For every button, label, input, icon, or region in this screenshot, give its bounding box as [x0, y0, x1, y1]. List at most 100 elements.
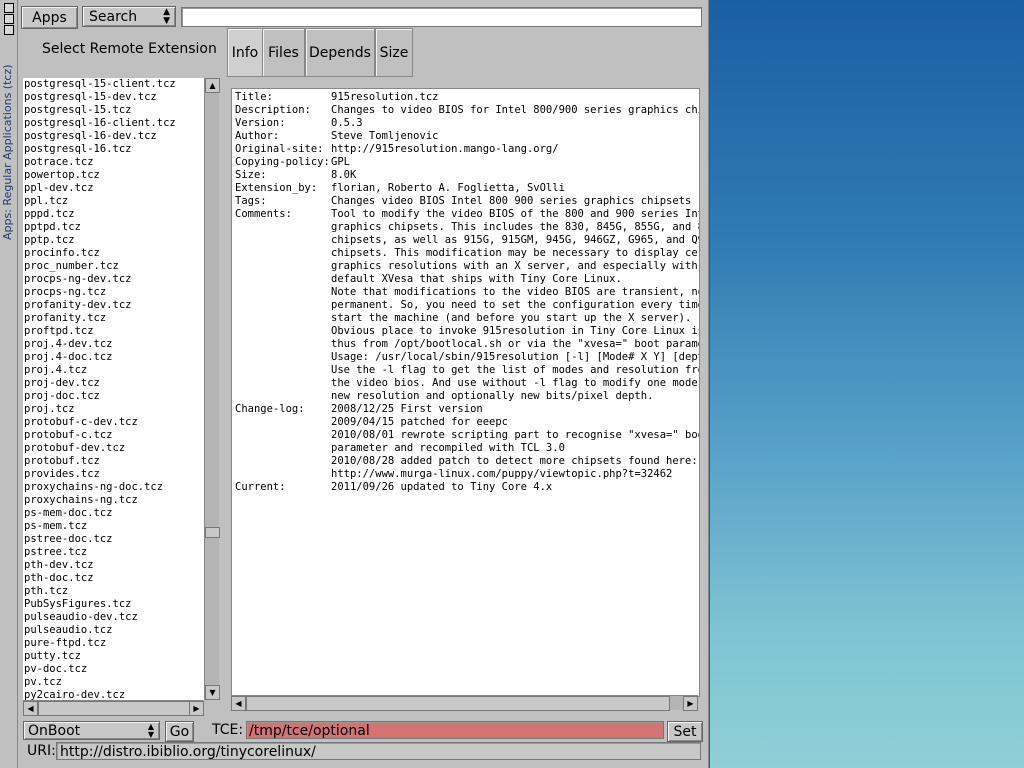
info-value: 2010/08/28 added patch to detect more ch… — [331, 455, 698, 467]
info-key: Extension_by: — [235, 182, 318, 194]
info-value: Changes video BIOS Intel 800 900 series … — [331, 195, 692, 207]
list-item[interactable]: proj.tcz — [24, 403, 176, 416]
list-item[interactable]: ppl-dev.tcz — [24, 182, 176, 195]
list-item[interactable]: provides.tcz — [24, 468, 176, 481]
list-item[interactable]: postgresql-15-client.tcz — [24, 78, 176, 91]
list-item[interactable]: protobuf.tcz — [24, 455, 176, 468]
tab-size[interactable]: Size — [375, 28, 413, 77]
info-value: 2008/12/25 First version — [331, 403, 483, 415]
list-item[interactable]: pure-ftpd.tcz — [24, 637, 176, 650]
list-item[interactable]: procps-ng.tcz — [24, 286, 176, 299]
uri-field[interactable]: http://distro.ibiblio.org/tinycorelinux/ — [56, 742, 701, 760]
list-item[interactable]: pv-doc.tcz — [24, 663, 176, 676]
scroll-down-icon[interactable]: ▼ — [205, 685, 220, 700]
list-item[interactable]: procinfo.tcz — [24, 247, 176, 260]
info-key: Version: — [235, 117, 286, 129]
maximize-icon[interactable] — [4, 14, 14, 24]
list-item[interactable]: proj.4.tcz — [24, 364, 176, 377]
scroll-right-icon[interactable]: ▶ — [683, 696, 698, 711]
list-item[interactable]: proj-doc.tcz — [24, 390, 176, 403]
scroll-left-icon[interactable]: ◀ — [231, 696, 246, 711]
list-item[interactable]: ps-mem-doc.tcz — [24, 507, 176, 520]
list-item[interactable]: profanity.tcz — [24, 312, 176, 325]
list-item[interactable]: pstree.tcz — [24, 546, 176, 559]
tab-files[interactable]: Files — [262, 28, 305, 77]
list-item[interactable]: postgresql-15.tcz — [24, 104, 176, 117]
extension-list-scrollbar[interactable]: ▲ ▼ — [204, 78, 220, 700]
list-item[interactable]: putty.tcz — [24, 650, 176, 663]
info-value: 2011/09/26 updated to Tiny Core 4.x — [331, 481, 553, 493]
scroll-right-icon[interactable]: ▶ — [189, 701, 204, 716]
info-value: Tool to modify the video BIOS of the 800… — [331, 208, 700, 220]
tab-depends[interactable]: Depends — [305, 28, 375, 77]
list-item[interactable]: pth-dev.tcz — [24, 559, 176, 572]
info-key: Copying-policy: — [235, 156, 330, 168]
list-item[interactable]: pulseaudio.tcz — [24, 624, 176, 637]
list-item[interactable]: pulseaudio-dev.tcz — [24, 611, 176, 624]
go-button[interactable]: Go — [165, 721, 194, 742]
list-item[interactable]: profanity-dev.tcz — [24, 299, 176, 312]
extension-list[interactable]: postgresql-15-client.tcz postgresql-15-de… — [23, 78, 205, 700]
info-value: http://www.murga-linux.com/puppy/viewtop… — [331, 468, 673, 480]
list-item[interactable]: protobuf-c.tcz — [24, 429, 176, 442]
list-item[interactable]: ppl.tcz — [24, 195, 176, 208]
list-item[interactable]: pth-doc.tcz — [24, 572, 176, 585]
info-key: Tags: — [235, 195, 267, 207]
list-item[interactable]: powertop.tcz — [24, 169, 176, 182]
list-item[interactable]: proftpd.tcz — [24, 325, 176, 338]
info-key: Title: — [235, 91, 273, 103]
info-hscrollbar[interactable]: ◀ ▶ — [231, 695, 698, 711]
info-value: 915resolution.tcz — [331, 91, 439, 103]
hscrollbar-thumb[interactable] — [246, 696, 670, 711]
list-item[interactable]: pptp.tcz — [24, 234, 176, 247]
list-item[interactable]: pth.tcz — [24, 585, 176, 598]
scroll-left-icon[interactable]: ◀ — [23, 701, 38, 716]
search-input[interactable] — [181, 7, 702, 27]
scroll-up-icon[interactable]: ▲ — [205, 78, 220, 93]
list-item[interactable]: postgresql-16-dev.tcz — [24, 130, 176, 143]
info-key: Current: — [235, 481, 286, 493]
apps-menu-button[interactable]: Apps — [21, 6, 78, 29]
scrollbar-thumb[interactable] — [205, 527, 220, 538]
list-item[interactable]: potrace.tcz — [24, 156, 176, 169]
info-value: Note that modifications to the video BIO… — [331, 286, 700, 298]
list-item[interactable]: proxychains-ng.tcz — [24, 494, 176, 507]
search-mode-select[interactable]: Search ▲ ▼ — [82, 6, 176, 27]
window-titlebar[interactable]: Apps: Regular Applications (tcz) — [0, 0, 18, 768]
list-item[interactable]: procps-ng-dev.tcz — [24, 273, 176, 286]
info-value: Obvious place to invoke 915resolution in… — [331, 325, 700, 337]
list-item[interactable]: proj.4-doc.tcz — [24, 351, 176, 364]
list-item[interactable]: pv.tcz — [24, 676, 176, 689]
list-item[interactable]: protobuf-dev.tcz — [24, 442, 176, 455]
desktop-background — [710, 0, 1024, 768]
close-icon[interactable] — [4, 3, 14, 13]
list-item[interactable]: proj.4-dev.tcz — [24, 338, 176, 351]
info-value: 2010/08/01 rewrote scripting part to rec… — [331, 429, 700, 441]
list-item[interactable]: PubSysFigures.tcz — [24, 598, 176, 611]
onboot-select[interactable]: OnBoot ▲ ▼ — [23, 721, 160, 740]
list-item[interactable]: py2cairo-dev.tcz — [24, 689, 176, 700]
list-item[interactable]: postgresql-16.tcz — [24, 143, 176, 156]
list-item[interactable]: pstree-doc.tcz — [24, 533, 176, 546]
info-value: chipsets, as well as 915G, 915GM, 945G, … — [331, 234, 700, 246]
tab-info[interactable]: Info — [227, 28, 263, 77]
list-item[interactable]: pppd.tcz — [24, 208, 176, 221]
info-value: Usage: /usr/local/sbin/915resolution [-l… — [331, 351, 700, 363]
set-button[interactable]: Set — [667, 721, 703, 742]
list-item[interactable]: ps-mem.tcz — [24, 520, 176, 533]
uri-label: URI: — [27, 743, 56, 759]
list-item[interactable]: postgresql-16-client.tcz — [24, 117, 176, 130]
info-key: Author: — [235, 130, 280, 142]
select-arrows-icon: ▲ ▼ — [147, 722, 154, 739]
info-value: Steve Tomljenovic — [331, 130, 439, 142]
list-item[interactable]: proj-dev.tcz — [24, 377, 176, 390]
hscrollbar-thumb[interactable] — [38, 701, 190, 716]
extension-list-hscrollbar[interactable]: ◀ ▶ — [23, 700, 204, 716]
list-item[interactable]: postgresql-15-dev.tcz — [24, 91, 176, 104]
list-item[interactable]: proxychains-ng-doc.tcz — [24, 481, 176, 494]
list-item[interactable]: protobuf-c-dev.tcz — [24, 416, 176, 429]
info-value: florian, Roberto A. Foglietta, SvOlli — [331, 182, 565, 194]
list-item[interactable]: proc_number.tcz — [24, 260, 176, 273]
tce-directory-field[interactable]: /tmp/tce/optional — [246, 721, 664, 739]
list-item[interactable]: pptpd.tcz — [24, 221, 176, 234]
